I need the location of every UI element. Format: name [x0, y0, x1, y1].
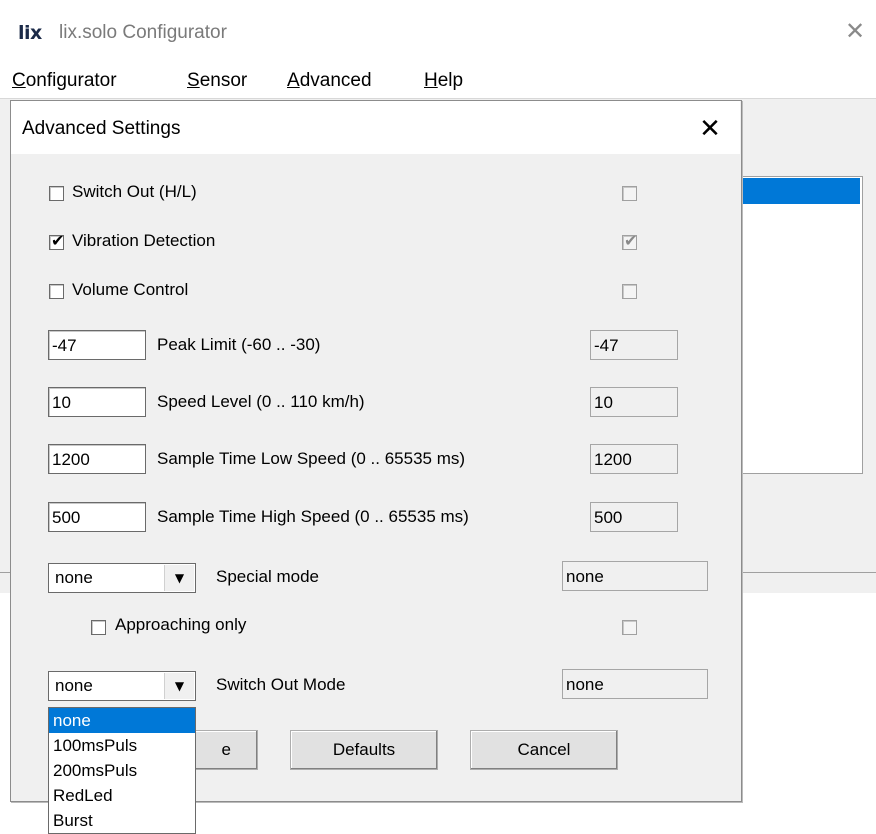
app-logo: lix — [18, 22, 42, 44]
switch-out-current-checkbox — [622, 186, 637, 201]
volume-control-checkbox[interactable] — [49, 284, 64, 299]
peak-limit-label: Peak Limit (-60 .. -30) — [157, 335, 321, 354]
volume-control-current-checkbox — [622, 284, 637, 299]
dropdown-option[interactable]: Burst — [49, 808, 195, 833]
sample-time-high-input[interactable]: 500 — [48, 502, 146, 532]
peak-limit-current: -47 — [590, 330, 678, 360]
vibration-detection-current-checkbox: ✔ — [622, 231, 637, 250]
cancel-button[interactable]: Cancel — [470, 730, 618, 770]
speed-level-label: Speed Level (0 .. 110 km/h) — [157, 392, 365, 411]
main-list-selected-row[interactable] — [736, 178, 860, 204]
peak-limit-input[interactable]: -47 — [48, 330, 146, 360]
chevron-down-icon[interactable]: ▼ — [164, 565, 194, 591]
sample-time-low-current: 1200 — [590, 444, 678, 474]
dialog-close-icon[interactable]: ✕ — [695, 114, 725, 144]
approaching-only-current-checkbox — [622, 620, 637, 635]
special-mode-label: Special mode — [216, 567, 320, 586]
speed-level-input[interactable]: 10 — [48, 387, 146, 417]
vibration-detection-checkbox[interactable]: ✔ — [49, 231, 64, 250]
dropdown-option[interactable]: 100msPuls — [49, 733, 195, 758]
switch-out-label: Switch Out (H/L) — [72, 182, 197, 201]
switch-out-mode-value: none — [55, 676, 93, 695]
approaching-only-checkbox[interactable] — [91, 620, 106, 635]
vibration-detection-label: Vibration Detection — [72, 231, 216, 250]
switch-out-checkbox[interactable] — [49, 186, 64, 201]
switch-out-mode-label: Switch Out Mode — [216, 675, 346, 694]
sample-time-low-input[interactable]: 1200 — [48, 444, 146, 474]
switch-out-mode-current: none — [562, 669, 708, 699]
dialog-title: Advanced Settings — [22, 118, 181, 139]
dropdown-option[interactable]: 200msPuls — [49, 758, 195, 783]
app-title: lix.solo Configurator — [59, 22, 227, 43]
dropdown-option[interactable]: RedLed — [49, 783, 195, 808]
special-mode-current: none — [562, 561, 708, 591]
main-list[interactable] — [735, 176, 863, 474]
approaching-only-label: Approaching only — [115, 615, 247, 634]
speed-level-current: 10 — [590, 387, 678, 417]
dropdown-option[interactable]: none — [49, 708, 195, 733]
menu-advanced[interactable]: Advanced — [287, 70, 372, 92]
main-close-icon[interactable]: ✕ — [842, 18, 868, 44]
volume-control-label: Volume Control — [72, 280, 189, 299]
menu-help[interactable]: Help — [424, 70, 463, 92]
defaults-button[interactable]: Defaults — [290, 730, 438, 770]
checkmark-icon: ✔ — [624, 231, 638, 250]
sample-time-high-current: 500 — [590, 502, 678, 532]
checkmark-icon: ✔ — [51, 231, 65, 250]
menu-sensor[interactable]: Sensor — [187, 70, 247, 92]
sample-time-high-label: Sample Time High Speed (0 .. 65535 ms) — [157, 507, 469, 526]
menu-configurator[interactable]: Configurator — [12, 70, 117, 92]
chevron-down-icon[interactable]: ▼ — [164, 673, 194, 699]
sample-time-low-label: Sample Time Low Speed (0 .. 65535 ms) — [157, 449, 466, 468]
special-mode-value: none — [55, 568, 93, 587]
